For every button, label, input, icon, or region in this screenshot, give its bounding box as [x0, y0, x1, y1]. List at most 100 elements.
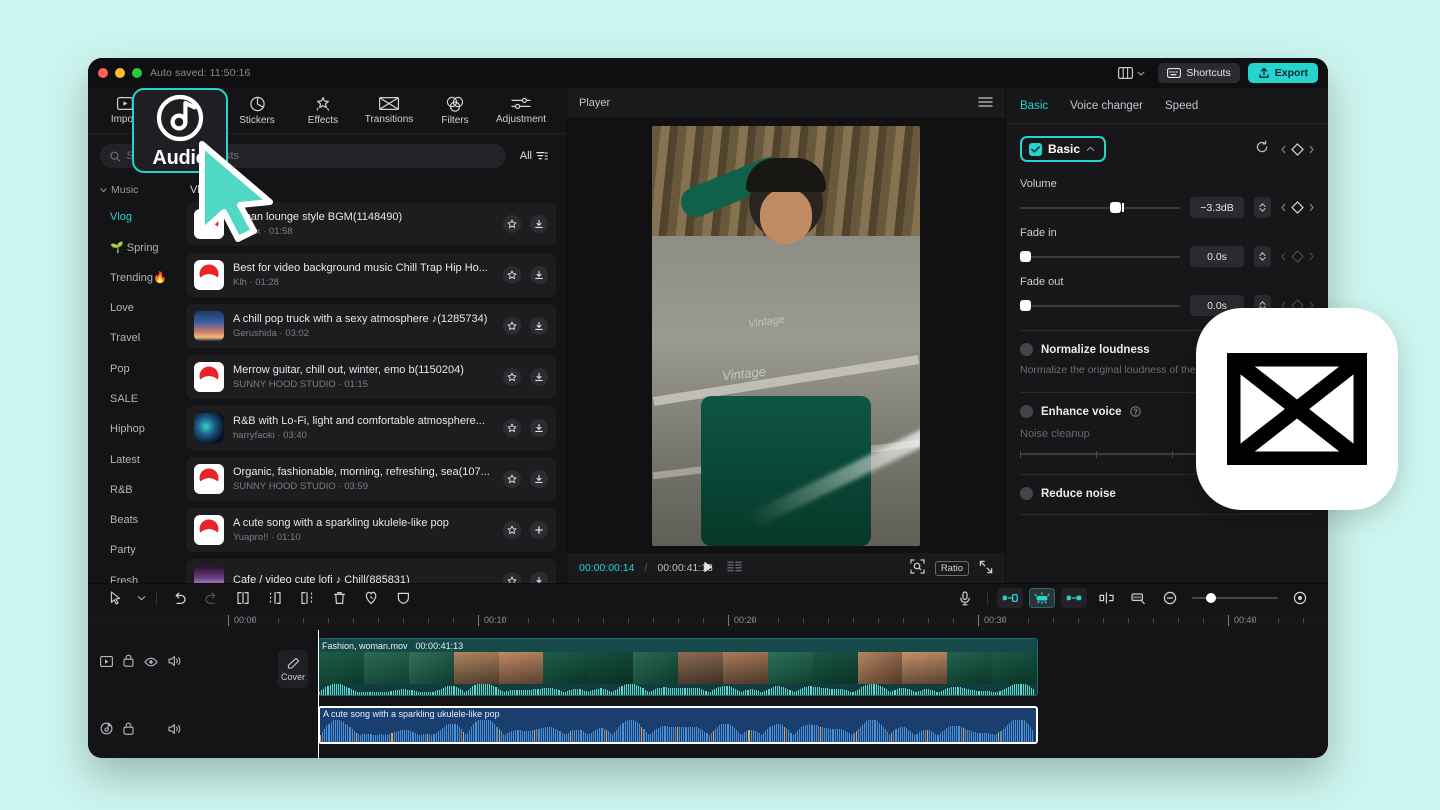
hide-track-button[interactable] — [144, 654, 158, 672]
playlist-view-button[interactable] — [727, 561, 743, 575]
song-row[interactable]: A chill pop truck with a sexy atmosphere… — [186, 304, 556, 348]
auto-cut-button[interactable] — [997, 588, 1023, 608]
category-item-latest[interactable]: Latest — [88, 444, 180, 474]
song-row[interactable]: R&B with Lo-Fi, light and comfortable at… — [186, 406, 556, 450]
tool-adjustment[interactable]: Adjustment — [488, 96, 554, 125]
basic-checkbox[interactable] — [1029, 142, 1042, 156]
song-row[interactable]: Cafe / video cute lofi ♪ Chill(885831) — [186, 559, 556, 583]
tool-dropdown-button[interactable] — [132, 595, 150, 601]
category-item-pop[interactable]: Pop — [88, 353, 180, 383]
export-button[interactable]: Export — [1247, 63, 1318, 83]
mute-track-button[interactable] — [168, 722, 182, 740]
category-item-hiphop[interactable]: Hiphop — [88, 414, 180, 444]
slider-knob[interactable] — [1205, 593, 1216, 603]
split-button[interactable] — [227, 591, 259, 605]
video-clip[interactable]: Fashion, woman.mov 00:00:41:13 — [318, 638, 1038, 696]
trim-right-button[interactable] — [291, 591, 323, 605]
fade-in-keyframe-control[interactable] — [1281, 250, 1314, 263]
favorite-star-button[interactable] — [503, 368, 521, 386]
play-button[interactable] — [701, 560, 715, 577]
split-marker-button[interactable] — [1090, 592, 1122, 604]
fade-in-value[interactable]: 0.0s — [1190, 246, 1244, 267]
download-button[interactable] — [530, 266, 548, 284]
timeline-ruler[interactable]: 00:00 00:10 00:20 00:30 00:40 — [88, 612, 1328, 630]
category-item-vlog[interactable]: Vlog — [88, 202, 180, 232]
category-item-fresh[interactable]: Fresh — [88, 566, 180, 583]
tool-stickers[interactable]: Stickers — [224, 96, 290, 126]
download-button[interactable] — [530, 572, 548, 583]
category-item-party[interactable]: Party — [88, 535, 180, 565]
delete-button[interactable] — [323, 591, 355, 605]
slider-knob[interactable] — [1109, 202, 1124, 213]
download-button[interactable] — [530, 368, 548, 386]
maximize-window-button[interactable] — [132, 68, 142, 78]
keyframe-marker-button[interactable] — [1122, 592, 1154, 605]
download-button[interactable] — [530, 470, 548, 488]
category-item-rnb[interactable]: R&B — [88, 475, 180, 505]
trim-left-button[interactable] — [259, 591, 291, 605]
tab-basic[interactable]: Basic — [1020, 100, 1048, 112]
tool-filters[interactable]: Filters — [422, 96, 488, 126]
keyframe-control[interactable] — [1281, 142, 1314, 156]
reset-button[interactable] — [1255, 140, 1269, 159]
favorite-star-button[interactable] — [503, 317, 521, 335]
fade-in-slider[interactable] — [1020, 250, 1180, 264]
ratio-button[interactable]: Ratio — [934, 560, 969, 576]
auto-beat-button[interactable] — [1029, 588, 1055, 608]
song-row[interactable]: Best for video background music Chill Tr… — [186, 253, 556, 297]
category-header[interactable]: Music — [88, 180, 180, 202]
song-row-selected[interactable]: A cute song with a sparkling ukulele-lik… — [186, 508, 556, 552]
player-menu-button[interactable] — [978, 96, 993, 111]
download-button[interactable] — [530, 419, 548, 437]
slider-knob[interactable] — [1020, 300, 1031, 311]
volume-slider[interactable] — [1020, 201, 1180, 215]
zoom-fit-button[interactable] — [1284, 591, 1316, 605]
lock-track-button[interactable] — [123, 722, 134, 740]
favorite-star-button[interactable] — [503, 266, 521, 284]
favorite-star-button[interactable] — [503, 521, 521, 539]
category-item-travel[interactable]: Travel — [88, 323, 180, 353]
video-stage[interactable]: Vintage Vintage — [567, 118, 1005, 553]
slider-knob[interactable] — [1020, 251, 1031, 262]
enhance-voice-toggle[interactable] — [1020, 405, 1033, 419]
timeline-tracks[interactable]: Cover Fashion, woman.mov 00:00:41:13 A c… — [88, 630, 1328, 758]
tool-transitions[interactable]: Transitions — [356, 96, 422, 125]
freeze-frame-button[interactable] — [355, 591, 387, 605]
favorite-star-button[interactable] — [503, 419, 521, 437]
mask-button[interactable] — [387, 591, 419, 605]
close-window-button[interactable] — [98, 68, 108, 78]
zoom-out-button[interactable] — [1154, 591, 1186, 605]
layout-switcher-button[interactable] — [1113, 64, 1150, 82]
playhead[interactable] — [318, 630, 319, 758]
auto-transition-button[interactable] — [1061, 588, 1087, 608]
cover-button[interactable]: Cover — [278, 650, 308, 688]
tool-effects[interactable]: Effects — [290, 96, 356, 126]
video-track-button[interactable] — [100, 654, 113, 672]
volume-keyframe-control[interactable] — [1281, 201, 1314, 214]
redo-button[interactable] — [195, 592, 227, 605]
record-voiceover-button[interactable] — [949, 590, 981, 606]
filter-all-button[interactable]: All — [514, 147, 554, 165]
category-item-beats[interactable]: Beats — [88, 505, 180, 535]
download-button[interactable] — [530, 215, 548, 233]
audio-clip-selected[interactable]: A cute song with a sparkling ukulele-lik… — [318, 706, 1038, 744]
volume-value[interactable]: −3.3dB — [1190, 197, 1244, 218]
lock-track-button[interactable] — [123, 654, 134, 672]
song-row[interactable]: Organic, fashionable, morning, refreshin… — [186, 457, 556, 501]
zoom-preview-button[interactable] — [910, 559, 925, 577]
category-item-love[interactable]: Love — [88, 293, 180, 323]
category-item-spring[interactable]: 🌱 Spring — [88, 232, 180, 262]
favorite-star-button[interactable] — [503, 470, 521, 488]
download-button[interactable] — [530, 317, 548, 335]
undo-button[interactable] — [163, 592, 195, 605]
minimize-window-button[interactable] — [115, 68, 125, 78]
song-row[interactable]: Merrow guitar, chill out, winter, emo b(… — [186, 355, 556, 399]
favorite-star-button[interactable] — [503, 572, 521, 583]
window-controls[interactable] — [98, 68, 142, 78]
help-icon[interactable] — [1129, 406, 1141, 417]
fade-out-slider[interactable] — [1020, 299, 1180, 313]
add-to-timeline-button[interactable] — [530, 521, 548, 539]
select-tool-button[interactable] — [100, 591, 132, 605]
tab-speed[interactable]: Speed — [1165, 100, 1198, 112]
fade-in-stepper[interactable] — [1254, 246, 1271, 267]
